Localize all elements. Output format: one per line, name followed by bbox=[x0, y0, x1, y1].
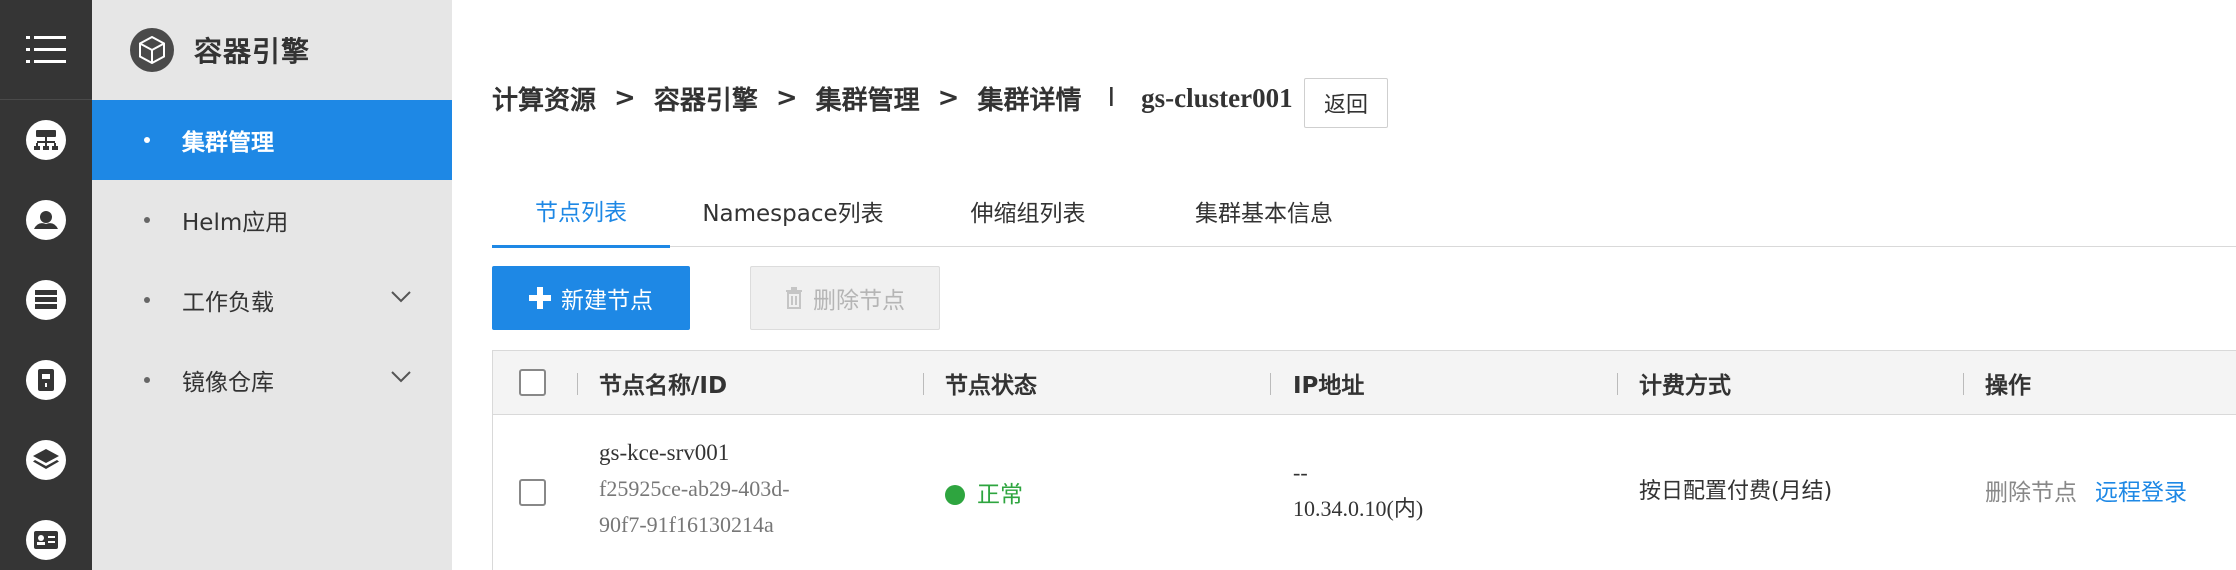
delete-node-label: 删除节点 bbox=[813, 288, 905, 314]
trash-icon bbox=[785, 287, 803, 309]
breadcrumb-item[interactable]: 计算资源 bbox=[492, 80, 596, 117]
billing-mode: 按日配置付费(月结) bbox=[1639, 479, 1833, 504]
rail-item-network[interactable] bbox=[0, 100, 92, 180]
delete-node-button[interactable]: 删除节点 bbox=[750, 266, 940, 330]
secondary-nav: 容器引擎 集群管理 Helm应用 工作负载 镜像仓库 bbox=[92, 0, 452, 570]
column-divider bbox=[923, 373, 924, 395]
row-checkbox[interactable] bbox=[519, 479, 546, 506]
tab-scaling-group-list[interactable]: 伸缩组列表 bbox=[916, 175, 1140, 247]
bullet-icon bbox=[144, 137, 150, 143]
bullet-icon bbox=[144, 217, 150, 223]
column-header-name: 节点名称/ID bbox=[599, 373, 728, 399]
column-header-billing: 计费方式 bbox=[1639, 373, 1731, 399]
table-row: gs-kce-srv001 f25925ce-ab29-403d- 90f7-9… bbox=[493, 415, 2236, 570]
bullet-icon bbox=[144, 377, 150, 383]
breadcrumb-item[interactable]: 集群管理 bbox=[816, 80, 920, 117]
bullet-icon bbox=[144, 297, 150, 303]
rail-item-storage[interactable] bbox=[0, 340, 92, 420]
new-node-label: 新建节点 bbox=[561, 288, 653, 314]
menu-icon bbox=[26, 35, 66, 63]
nav-title: 容器引擎 bbox=[194, 35, 311, 68]
breadcrumb-item[interactable]: 容器引擎 bbox=[654, 80, 758, 117]
ip-cell: -- 10.34.0.10(内) bbox=[1293, 455, 1423, 527]
column-divider bbox=[1963, 373, 1964, 395]
column-header-ip: IP地址 bbox=[1293, 373, 1365, 399]
public-ip: -- bbox=[1293, 460, 1308, 485]
storage-icon bbox=[26, 360, 66, 400]
node-status: 正常 bbox=[977, 482, 1023, 508]
column-divider bbox=[1270, 373, 1271, 395]
private-ip: 10.34.0.10(内) bbox=[1293, 496, 1424, 521]
breadcrumb-separator: > bbox=[937, 83, 960, 113]
breadcrumb: 计算资源 > 容器引擎 > 集群管理 > 集群详情 I gs-cluster00… bbox=[492, 80, 1293, 116]
column-divider bbox=[1617, 373, 1618, 395]
server-icon bbox=[26, 280, 66, 320]
node-id-line: 90f7-91f16130214a bbox=[599, 512, 774, 537]
nav-header: 容器引擎 bbox=[92, 0, 452, 100]
id-card-icon bbox=[26, 520, 66, 560]
column-header-actions: 操作 bbox=[1985, 373, 2031, 399]
row-delete-node-link[interactable]: 删除节点 bbox=[1985, 480, 2077, 506]
status-ok-icon bbox=[945, 485, 965, 505]
actions-cell: 删除节点 远程登录 bbox=[1985, 473, 2187, 507]
nav-item-image-registry[interactable]: 镜像仓库 bbox=[92, 340, 452, 420]
nav-item-label: Helm应用 bbox=[182, 210, 289, 236]
breadcrumb-divider: I bbox=[1107, 83, 1116, 113]
cube-icon bbox=[130, 28, 174, 72]
tab-bar: 节点列表 Namespace列表 伸缩组列表 集群基本信息 bbox=[492, 175, 2236, 248]
icon-rail bbox=[0, 0, 92, 570]
rail-item-layers[interactable] bbox=[0, 420, 92, 500]
nav-item-workloads[interactable]: 工作负载 bbox=[92, 260, 452, 340]
node-id-line: f25925ce-ab29-403d- bbox=[599, 476, 790, 501]
network-icon bbox=[26, 120, 66, 160]
column-divider bbox=[577, 373, 578, 395]
menu-toggle-button[interactable] bbox=[0, 0, 92, 100]
layers-icon bbox=[26, 440, 66, 480]
node-status-cell: 正常 bbox=[945, 475, 1023, 509]
rail-item-id-card[interactable] bbox=[0, 500, 92, 570]
node-table: 节点名称/ID 节点状态 IP地址 计费方式 操作 gs-kce-srv001 … bbox=[492, 350, 2236, 570]
remote-login-link[interactable]: 远程登录 bbox=[2095, 480, 2187, 506]
breadcrumb-separator: > bbox=[614, 83, 636, 113]
chevron-down-icon bbox=[391, 371, 411, 383]
cloud-icon bbox=[26, 200, 66, 240]
billing-cell: 按日配置付费(月结) bbox=[1639, 473, 1832, 505]
nav-item-label: 集群管理 bbox=[182, 130, 274, 156]
node-name: gs-kce-srv001 bbox=[599, 440, 730, 465]
cluster-name: gs-cluster001 bbox=[1141, 82, 1293, 113]
tab-cluster-info[interactable]: 集群基本信息 bbox=[1140, 175, 1388, 247]
node-name-cell: gs-kce-srv001 f25925ce-ab29-403d- 90f7-9… bbox=[599, 435, 790, 543]
select-all-checkbox[interactable] bbox=[519, 369, 546, 396]
nav-item-helm[interactable]: Helm应用 bbox=[92, 180, 452, 260]
nav-item-label: 镜像仓库 bbox=[182, 370, 274, 396]
back-button[interactable]: 返回 bbox=[1304, 78, 1388, 128]
plus-icon bbox=[529, 287, 551, 309]
nav-item-label: 工作负载 bbox=[182, 290, 274, 316]
tab-node-list[interactable]: 节点列表 bbox=[492, 175, 670, 248]
new-node-button[interactable]: 新建节点 bbox=[492, 266, 690, 330]
breadcrumb-separator: > bbox=[775, 83, 798, 113]
column-header-status: 节点状态 bbox=[945, 373, 1037, 399]
nav-item-cluster-management[interactable]: 集群管理 bbox=[92, 100, 452, 180]
rail-item-cloud[interactable] bbox=[0, 180, 92, 260]
rail-item-server[interactable] bbox=[0, 260, 92, 340]
table-header: 节点名称/ID 节点状态 IP地址 计费方式 操作 bbox=[493, 351, 2236, 415]
breadcrumb-item-current: 集群详情 bbox=[977, 85, 1082, 116]
tab-namespace-list[interactable]: Namespace列表 bbox=[670, 175, 916, 247]
main-content: 计算资源 > 容器引擎 > 集群管理 > 集群详情 I gs-cluster00… bbox=[452, 0, 2236, 570]
chevron-down-icon bbox=[391, 291, 411, 303]
